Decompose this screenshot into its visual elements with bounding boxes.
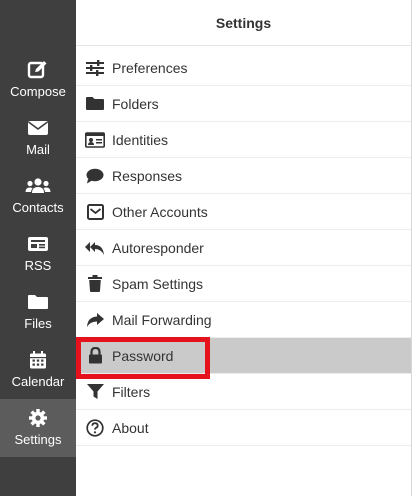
settings-item-label: Password (112, 347, 174, 364)
nav-files-label: Files (24, 316, 52, 331)
trash-icon (85, 274, 105, 294)
settings-item-label: Spam Settings (112, 275, 204, 292)
settings-item-label: Other Accounts (112, 203, 208, 220)
nav-settings[interactable]: Settings (0, 399, 76, 457)
settings-item-preferences[interactable]: Preferences (76, 50, 411, 86)
rss-icon (27, 233, 49, 255)
settings-item-about[interactable]: About (76, 410, 411, 446)
nav-files[interactable]: Files (0, 283, 76, 341)
settings-item-label: Responses (112, 167, 183, 184)
id-card-icon (85, 130, 105, 150)
reply-all-icon (85, 238, 105, 258)
sliders-icon (85, 58, 105, 78)
settings-item-label: About (112, 419, 149, 436)
nav-rss-label: RSS (24, 258, 52, 273)
nav-compose-label: Compose (10, 84, 66, 99)
settings-item-label: Folders (112, 95, 159, 112)
folder-icon (27, 291, 49, 313)
settings-item-identities[interactable]: Identities (76, 122, 411, 158)
funnel-icon (85, 382, 105, 402)
settings-item-password[interactable]: Password (76, 338, 411, 374)
mail-icon (27, 117, 49, 139)
settings-item-mail-forwarding[interactable]: Mail Forwarding (76, 302, 411, 338)
settings-item-label: Identities (112, 131, 169, 148)
settings-item-responses[interactable]: Responses (76, 158, 411, 194)
calendar-icon (28, 349, 48, 371)
settings-item-label: Autoresponder (112, 239, 204, 256)
nav-contacts[interactable]: Contacts (0, 167, 76, 225)
contacts-icon (25, 175, 51, 197)
nav-mail-label: Mail (26, 142, 50, 157)
settings-item-label: Preferences (112, 59, 188, 76)
nav-compose[interactable]: Compose (0, 51, 76, 109)
settings-panel: Settings Preferences Folders Identities … (76, 0, 412, 496)
question-circle-icon (85, 418, 105, 438)
settings-item-label: Mail Forwarding (112, 311, 212, 328)
lock-icon (85, 346, 105, 366)
envelope-square-icon (85, 202, 105, 222)
nav-contacts-label: Contacts (12, 200, 64, 215)
settings-item-label: Filters (112, 383, 151, 400)
speech-bubble-icon (85, 166, 105, 186)
folder-icon (85, 94, 105, 114)
nav-settings-label: Settings (14, 432, 62, 447)
nav-rss[interactable]: RSS (0, 225, 76, 283)
settings-item-filters[interactable]: Filters (76, 374, 411, 410)
app-sidebar: Compose Mail Contacts RSS Files Calendar… (0, 0, 76, 496)
nav-calendar-label: Calendar (11, 374, 65, 389)
settings-item-autoresponder[interactable]: Autoresponder (76, 230, 411, 266)
nav-mail[interactable]: Mail (0, 109, 76, 167)
forward-arrow-icon (85, 310, 105, 330)
compose-icon (27, 59, 49, 81)
page-title: Settings (76, 0, 411, 46)
settings-item-folders[interactable]: Folders (76, 86, 411, 122)
settings-item-spam-settings[interactable]: Spam Settings (76, 266, 411, 302)
gear-icon (28, 407, 48, 429)
settings-item-other-accounts[interactable]: Other Accounts (76, 194, 411, 230)
nav-calendar[interactable]: Calendar (0, 341, 76, 399)
